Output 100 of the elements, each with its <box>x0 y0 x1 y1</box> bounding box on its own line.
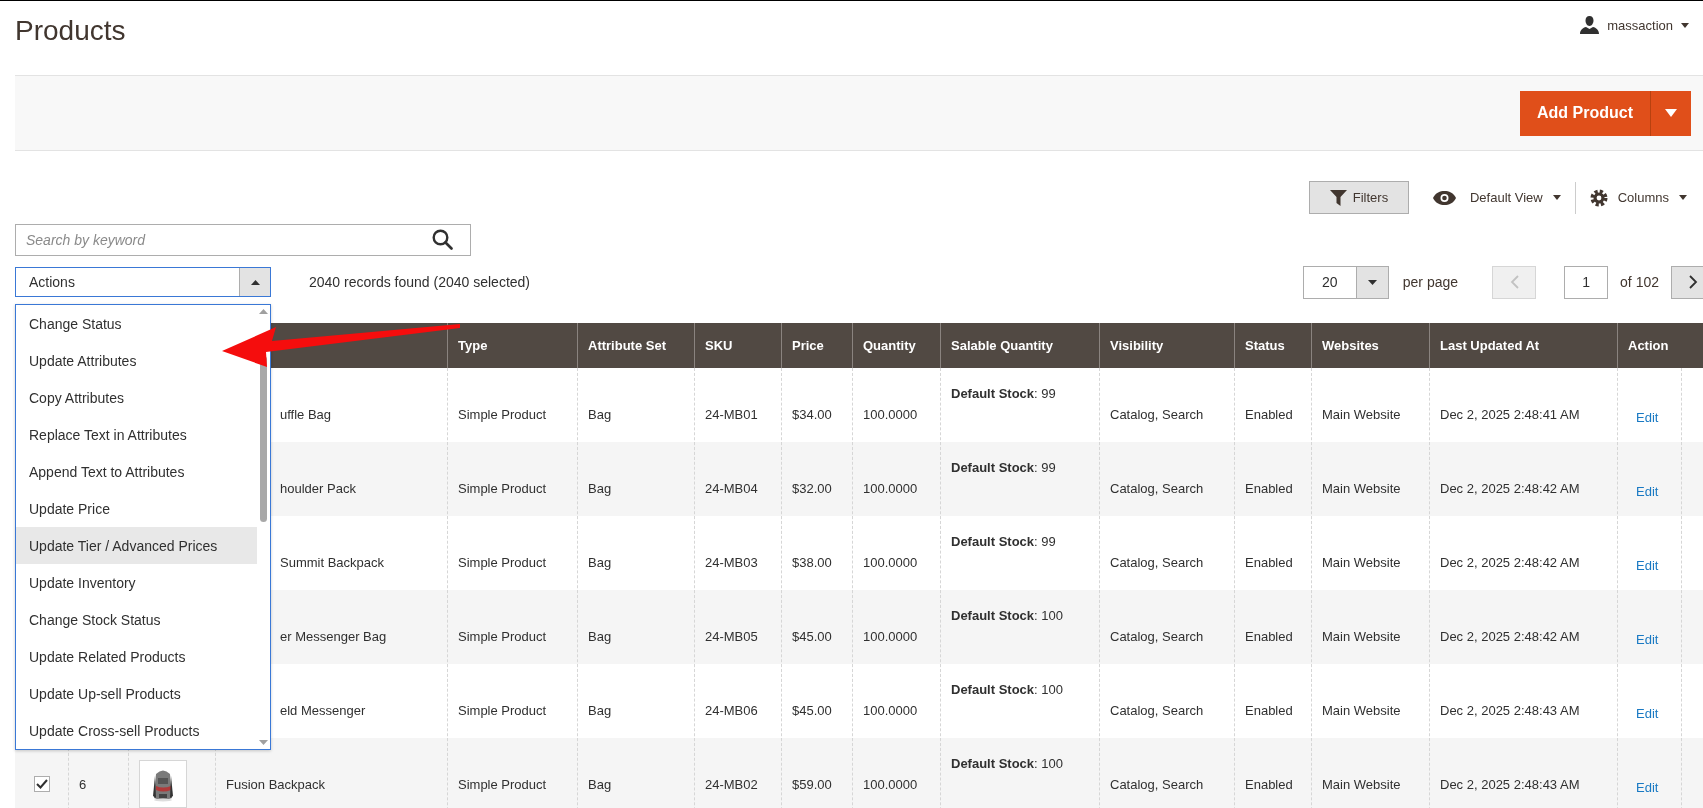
caret-icon[interactable] <box>1552 195 1561 200</box>
menu-item[interactable]: Replace Text in Attributes <box>16 416 195 453</box>
table-cell: Catalog, Search <box>1110 628 1204 644</box>
menu-item[interactable]: Change Stock Status <box>16 601 169 638</box>
table-cell: Bag <box>588 554 612 570</box>
table-cell: Default Stock: 99 <box>951 534 1056 549</box>
table-cell: $32.00 <box>792 480 832 496</box>
table-cell: Simple Product <box>458 702 547 718</box>
scroll-down-icon[interactable] <box>259 740 268 745</box>
menu-item[interactable]: Update Attributes <box>16 342 145 379</box>
table-cell: Enabled <box>1245 628 1293 644</box>
table-cell: 24-MB01 <box>705 406 758 422</box>
column-header[interactable]: Salable Quantity <box>951 338 1053 353</box>
table-cell: 24-MB06 <box>705 702 758 718</box>
column-header[interactable]: Last Updated At <box>1440 338 1540 353</box>
search-icon[interactable] <box>432 229 453 250</box>
table-cell: Dec 2, 2025 2:48:42 AM <box>1440 480 1580 496</box>
table-cell: Dec 2, 2025 2:48:43 AM <box>1440 776 1580 792</box>
edit-link[interactable]: Edit <box>1636 483 1659 499</box>
next-page-button[interactable] <box>1671 265 1703 299</box>
search-field[interactable]: Search by keyword <box>15 224 471 256</box>
table-cell: Dec 2, 2025 2:48:42 AM <box>1440 554 1580 570</box>
table-cell: 24-MB03 <box>705 554 758 570</box>
caret-icon[interactable] <box>250 279 260 285</box>
table-cell: 100.0000 <box>863 628 918 644</box>
columns-selector[interactable]: Columns <box>1617 190 1669 205</box>
table-cell: $38.00 <box>792 554 832 570</box>
table-cell: Bag <box>588 628 612 644</box>
table-cell: Enabled <box>1245 554 1293 570</box>
eye-icon[interactable] <box>1432 190 1456 205</box>
row-checkbox[interactable] <box>33 776 50 792</box>
menu-item[interactable]: Update Tier / Advanced Prices <box>16 527 257 564</box>
table-cell: Simple Product <box>458 406 547 422</box>
edit-link[interactable]: Edit <box>1636 409 1659 425</box>
table-cell: 24-MB02 <box>705 776 758 792</box>
table-cell: Default Stock: 100 <box>951 682 1063 697</box>
table-cell: Simple Product <box>458 480 547 496</box>
table-cell: Simple Product <box>458 628 547 644</box>
column-header[interactable]: Status <box>1245 338 1285 353</box>
table-cell: $34.00 <box>792 406 832 422</box>
column-header[interactable]: SKU <box>705 338 733 353</box>
table-cell: Dec 2, 2025 2:48:43 AM <box>1440 702 1580 718</box>
menu-item[interactable]: Update Price <box>16 490 118 527</box>
column-header[interactable]: Type <box>458 338 488 353</box>
table-cell: Main Website <box>1322 406 1401 422</box>
column-header[interactable]: Attribute Set <box>588 338 666 353</box>
table-cell: Bag <box>588 776 612 792</box>
page-title: Products <box>15 15 126 47</box>
table-cell: Enabled <box>1245 406 1293 422</box>
column-header[interactable]: Quantity <box>863 338 916 353</box>
column-header[interactable]: Websites <box>1322 338 1379 353</box>
table-cell: Main Website <box>1322 554 1401 570</box>
settings-icon[interactable] <box>1589 188 1608 207</box>
user-name[interactable]: massaction <box>1607 17 1673 33</box>
table-cell: Catalog, Search <box>1110 406 1204 422</box>
menu-item[interactable]: Append Text to Attributes <box>16 453 193 490</box>
column-header[interactable]: Action <box>1628 338 1669 353</box>
column-header[interactable]: Price <box>792 338 824 353</box>
table-cell: Default Stock: 100 <box>951 608 1063 623</box>
table-cell: 100.0000 <box>863 554 918 570</box>
add-product-button[interactable]: Add Product <box>1520 90 1650 136</box>
filters-button[interactable]: Filters <box>1308 181 1409 214</box>
edit-link[interactable]: Edit <box>1636 631 1659 647</box>
menu-item[interactable]: Copy Attributes <box>16 379 132 416</box>
view-selector[interactable]: Default View <box>1469 190 1543 205</box>
menu-item[interactable]: Update Cross-sell Products <box>16 712 208 749</box>
menu-item[interactable]: Update Up-sell Products <box>16 675 189 712</box>
scroll-up-icon[interactable] <box>259 309 268 314</box>
caret-icon[interactable] <box>1679 195 1687 200</box>
column-header[interactable]: Visibility <box>1110 338 1164 353</box>
table-cell: 100.0000 <box>863 702 918 718</box>
table-cell: houlder Pack <box>280 480 356 496</box>
menu-item[interactable]: Update Inventory <box>16 564 144 601</box>
table-cell: Default Stock: 99 <box>951 386 1056 401</box>
menu-item[interactable]: Change Status <box>16 305 130 342</box>
table-cell: 24-MB04 <box>705 480 758 496</box>
funnel-icon[interactable] <box>1329 189 1347 206</box>
table-cell: Default Stock: 100 <box>951 756 1063 771</box>
caret-icon[interactable] <box>1681 22 1689 28</box>
table-cell: Catalog, Search <box>1110 702 1204 718</box>
add-product-menu-button[interactable] <box>1650 90 1691 136</box>
edit-link[interactable]: Edit <box>1636 779 1659 795</box>
edit-link[interactable]: Edit <box>1636 705 1659 721</box>
chevron-right-icon[interactable] <box>1688 275 1698 289</box>
table-cell: Bag <box>588 480 612 496</box>
table-cell: Bag <box>588 406 612 422</box>
page-input[interactable]: 1 <box>1564 265 1609 299</box>
actions-dropdown[interactable]: Actions <box>15 267 271 297</box>
table-cell: er Messenger Bag <box>280 628 387 644</box>
table-cell: Default Stock: 99 <box>951 460 1056 475</box>
table-cell: Bag <box>588 702 612 718</box>
table-cell: Enabled <box>1245 702 1293 718</box>
edit-link[interactable]: Edit <box>1636 557 1659 573</box>
menu-item[interactable]: Update Related Products <box>16 638 194 675</box>
table-cell: Main Website <box>1322 480 1401 496</box>
table-cell: 6 <box>79 776 87 792</box>
table-cell: 24-MB05 <box>705 628 758 644</box>
per-page-select[interactable]: 20 <box>1302 265 1389 299</box>
caret-icon[interactable] <box>1367 279 1377 285</box>
user-icon[interactable] <box>1580 16 1600 34</box>
